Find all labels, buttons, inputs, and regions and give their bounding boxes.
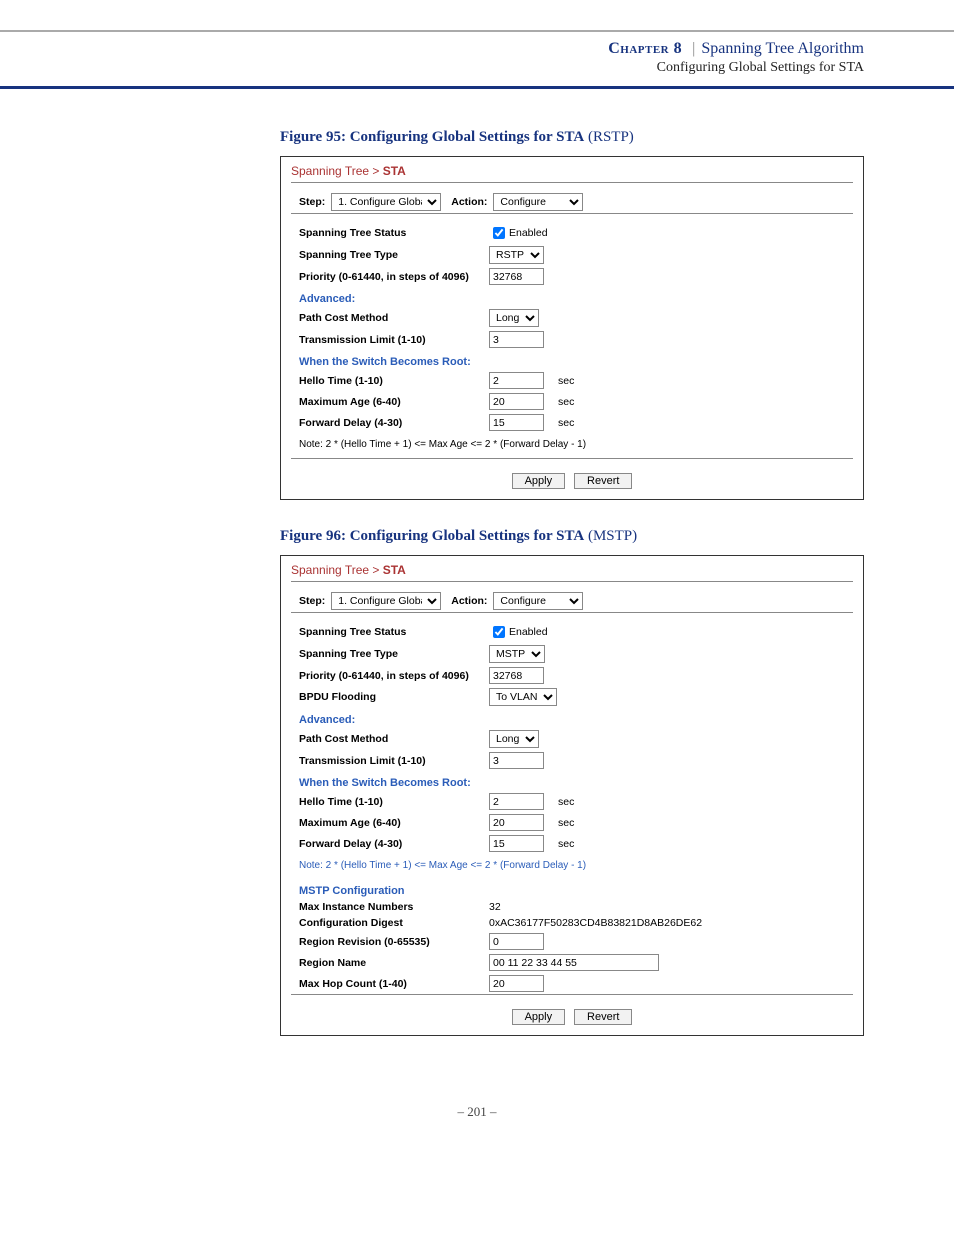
max-unit: sec [558, 817, 574, 829]
revert-button[interactable]: Revert [574, 473, 632, 489]
figure-96-panel: Spanning Tree > STA Step: 1. Configure G… [280, 555, 864, 1036]
type-select[interactable]: MSTP [489, 645, 545, 663]
breadcrumb: Spanning Tree > STA [281, 157, 863, 182]
type-label: Spanning Tree Type [299, 249, 489, 261]
priority-label: Priority (0-61440, in steps of 4096) [299, 271, 489, 283]
advanced-header: Advanced: [281, 287, 863, 307]
max-input[interactable] [489, 814, 544, 831]
action-label: Action: [451, 196, 487, 208]
hello-label: Hello Time (1-10) [299, 375, 489, 387]
advanced-header: Advanced: [281, 708, 863, 728]
max-instance-label: Max Instance Numbers [299, 901, 489, 913]
priority-input[interactable] [489, 667, 544, 684]
revert-button[interactable]: Revert [574, 1009, 632, 1025]
step-label: Step: [299, 595, 325, 607]
pcm-label: Path Cost Method [299, 733, 489, 745]
priority-input[interactable] [489, 268, 544, 285]
figure-95-caption: Figure 95: Configuring Global Settings f… [280, 129, 864, 146]
divider [291, 213, 853, 214]
type-label: Spanning Tree Type [299, 648, 489, 660]
hello-input[interactable] [489, 372, 544, 389]
divider [291, 994, 853, 995]
region-rev-label: Region Revision (0-65535) [299, 936, 489, 948]
fwd-label: Forward Delay (4-30) [299, 417, 489, 429]
digest-label: Configuration Digest [299, 917, 489, 929]
hello-input[interactable] [489, 793, 544, 810]
priority-label: Priority (0-61440, in steps of 4096) [299, 670, 489, 682]
fwd-input[interactable] [489, 414, 544, 431]
hello-unit: sec [558, 796, 574, 808]
header-title: Spanning Tree Algorithm [701, 40, 864, 57]
maxhop-input[interactable] [489, 975, 544, 992]
apply-button[interactable]: Apply [512, 473, 566, 489]
action-label: Action: [451, 595, 487, 607]
max-label: Maximum Age (6-40) [299, 817, 489, 829]
fwd-unit: sec [558, 417, 574, 429]
note-text: Note: 2 * (Hello Time + 1) <= Max Age <=… [281, 854, 863, 879]
figure-96-caption: Figure 96: Configuring Global Settings f… [280, 528, 864, 545]
fwd-label: Forward Delay (4-30) [299, 838, 489, 850]
divider [291, 182, 853, 183]
tx-label: Transmission Limit (1-10) [299, 755, 489, 767]
max-input[interactable] [489, 393, 544, 410]
page-header: Chapter 8 | Spanning Tree Algorithm Conf… [0, 30, 954, 89]
status-checkbox-label: Enabled [509, 227, 548, 239]
maxhop-label: Max Hop Count (1-40) [299, 978, 489, 990]
status-checkbox[interactable] [493, 227, 505, 239]
step-label: Step: [299, 196, 325, 208]
hello-unit: sec [558, 375, 574, 387]
max-instance-value: 32 [489, 901, 501, 913]
region-rev-input[interactable] [489, 933, 544, 950]
pcm-label: Path Cost Method [299, 312, 489, 324]
tx-label: Transmission Limit (1-10) [299, 334, 489, 346]
pcm-select[interactable]: Long [489, 309, 539, 327]
max-label: Maximum Age (6-40) [299, 396, 489, 408]
divider [291, 581, 853, 582]
root-header: When the Switch Becomes Root: [281, 350, 863, 370]
header-subtitle: Configuring Global Settings for STA [0, 60, 864, 76]
max-unit: sec [558, 396, 574, 408]
bpdu-label: BPDU Flooding [299, 691, 489, 703]
root-header: When the Switch Becomes Root: [281, 771, 863, 791]
chapter-label: Chapter 8 [608, 40, 682, 57]
divider [291, 458, 853, 459]
tx-input[interactable] [489, 331, 544, 348]
pcm-select[interactable]: Long [489, 730, 539, 748]
status-checkbox-label: Enabled [509, 626, 548, 638]
breadcrumb: Spanning Tree > STA [281, 556, 863, 581]
status-label: Spanning Tree Status [299, 626, 489, 638]
fwd-input[interactable] [489, 835, 544, 852]
action-select[interactable]: Configure [493, 193, 583, 211]
type-select[interactable]: RSTP [489, 246, 544, 264]
step-select[interactable]: 1. Configure Global [331, 193, 441, 211]
fwd-unit: sec [558, 838, 574, 850]
digest-value: 0xAC36177F50283CD4B83821D8AB26DE62 [489, 917, 702, 929]
divider [291, 612, 853, 613]
tx-input[interactable] [489, 752, 544, 769]
note-text: Note: 2 * (Hello Time + 1) <= Max Age <=… [281, 433, 863, 458]
mstp-config-header: MSTP Configuration [281, 879, 863, 899]
region-name-input[interactable] [489, 954, 659, 971]
step-select[interactable]: 1. Configure Global [331, 592, 441, 610]
bpdu-select[interactable]: To VLAN [489, 688, 557, 706]
region-name-label: Region Name [299, 957, 489, 969]
apply-button[interactable]: Apply [512, 1009, 566, 1025]
hello-label: Hello Time (1-10) [299, 796, 489, 808]
page-number: – 201 – [0, 1064, 954, 1160]
figure-95-panel: Spanning Tree > STA Step: 1. Configure G… [280, 156, 864, 500]
status-checkbox[interactable] [493, 626, 505, 638]
status-label: Spanning Tree Status [299, 227, 489, 239]
action-select[interactable]: Configure [493, 592, 583, 610]
header-bar: | [692, 40, 695, 57]
